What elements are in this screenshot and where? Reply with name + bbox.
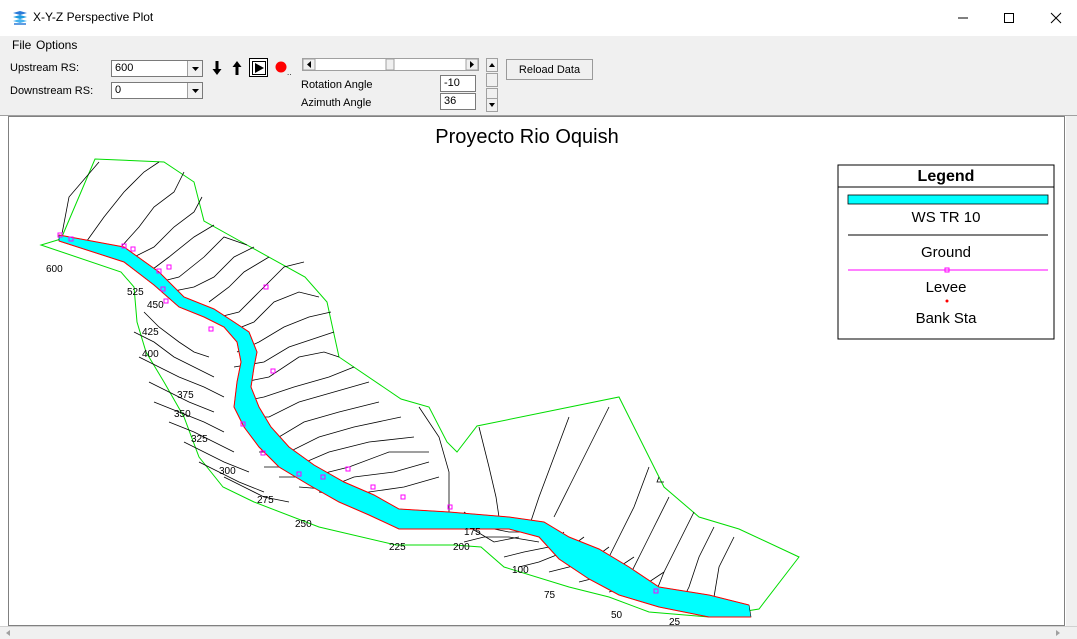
arrow-up-icon [232, 61, 242, 75]
station-label: 200 [453, 542, 470, 553]
upstream-rs-value: 600 [115, 62, 134, 74]
station-label: 275 [257, 495, 274, 506]
station-label: 75 [544, 590, 556, 601]
azimuth-spin-down[interactable] [486, 98, 498, 112]
step-downstream-button[interactable] [208, 59, 226, 77]
minimize-icon [958, 17, 968, 19]
chevron-down-icon[interactable] [187, 83, 202, 98]
plot-title: Proyecto Rio Oquish [435, 126, 618, 148]
reload-data-label: Reload Data [518, 63, 581, 76]
window-title: X-Y-Z Perspective Plot [33, 10, 154, 24]
menu-options[interactable]: Options [36, 38, 77, 52]
vertical-scrollbar[interactable] [1066, 116, 1077, 626]
minimize-button[interactable] [940, 0, 986, 36]
legend-ground: Ground [921, 244, 971, 261]
azimuth-label: Azimuth Angle [301, 97, 372, 109]
title-bar: X-Y-Z Perspective Plot [0, 0, 1077, 36]
station-label: 450 [147, 300, 164, 311]
animation-slider[interactable] [302, 58, 479, 71]
close-button[interactable] [1033, 0, 1077, 36]
legend-levee: Levee [926, 279, 967, 296]
rotation-angle-input[interactable]: -10 [440, 75, 476, 92]
downstream-rs-select[interactable]: 0 [111, 82, 203, 99]
bank-line-right [58, 240, 751, 618]
downstream-rs-value: 0 [115, 84, 122, 96]
azimuth-angle-input[interactable]: 36 [440, 93, 476, 110]
stacked-layers-icon [13, 11, 27, 25]
chevron-up-icon [489, 63, 495, 67]
azimuth-angle-value: 36 [444, 95, 457, 107]
upstream-rs-select[interactable]: 600 [111, 60, 203, 77]
record-button[interactable]: ... [274, 59, 292, 77]
menu-file[interactable]: File [12, 38, 31, 52]
play-icon [251, 60, 266, 75]
station-label: 525 [127, 287, 144, 298]
reload-data-button[interactable]: Reload Data [506, 59, 593, 80]
maximize-icon [1004, 13, 1014, 23]
station-label: 250 [295, 519, 312, 530]
horizontal-scrollbar[interactable] [0, 626, 1077, 639]
legend: Legend WS TR 10 Ground Levee Bank Sta [837, 164, 1055, 340]
rotation-spin-down[interactable] [486, 73, 498, 87]
legend-swatch-bank [945, 299, 949, 303]
chevron-right-icon[interactable] [1052, 627, 1064, 639]
legend-title: Legend [918, 168, 975, 185]
station-label: 300 [219, 466, 236, 477]
station-label: 350 [174, 409, 191, 420]
station-label: 175 [464, 527, 481, 538]
maximize-button[interactable] [986, 0, 1032, 36]
rotation-label: Rotation Angle [301, 79, 373, 91]
svg-text:...: ... [287, 68, 292, 76]
chevron-down-icon [489, 103, 495, 107]
arrow-down-icon [212, 61, 222, 75]
station-label: 325 [191, 434, 208, 445]
rotation-spin-up[interactable] [486, 58, 498, 72]
station-label: 50 [611, 610, 623, 621]
perspective-plot: Proyecto Rio Oquish 600 525 450 425 400 … [8, 116, 1065, 627]
toolbar: Upstream RS: 600 Downstream RS: 0 ... [0, 54, 1077, 116]
station-label: 375 [177, 390, 194, 401]
chevron-left-icon[interactable] [2, 627, 14, 639]
upstream-label: Upstream RS: [10, 62, 80, 74]
legend-swatch-ws [847, 194, 1049, 205]
menu-bar: File Options [0, 36, 1077, 54]
play-button[interactable] [249, 58, 268, 77]
station-label: 225 [389, 542, 406, 553]
step-upstream-button[interactable] [228, 59, 246, 77]
rotation-angle-value: -10 [444, 77, 460, 89]
record-icon: ... [275, 61, 292, 76]
station-label: 100 [512, 565, 529, 576]
station-label: 425 [142, 327, 159, 338]
legend-ws: WS TR 10 [912, 209, 981, 226]
boundary-outline [39, 158, 800, 618]
legend-bank: Bank Sta [916, 310, 978, 327]
chevron-down-icon[interactable] [187, 61, 202, 76]
station-label: 600 [46, 264, 63, 275]
station-label: 400 [142, 349, 159, 360]
close-icon [1050, 12, 1062, 24]
downstream-label: Downstream RS: [10, 85, 94, 97]
